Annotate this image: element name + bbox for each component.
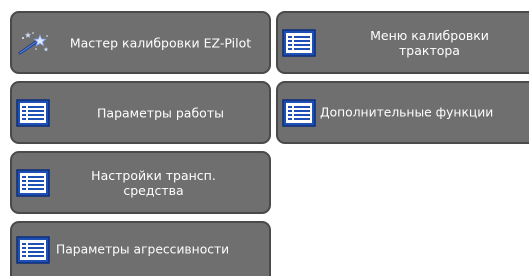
wizard-wand-icon xyxy=(15,28,51,58)
list-icon xyxy=(15,235,51,265)
aggressiveness-parameters-button[interactable]: Параметры агрессивности xyxy=(10,221,271,276)
list-icon xyxy=(15,98,51,128)
tractor-calibration-menu-label: Меню калибровки трактора xyxy=(370,27,489,58)
vehicle-settings-button[interactable]: Настройки трансп. средства xyxy=(10,151,271,214)
tractor-calibration-menu-button[interactable]: Меню калибровки трактора xyxy=(276,11,529,74)
list-icon xyxy=(15,168,51,198)
additional-functions-button[interactable]: Дополнительные функции xyxy=(276,81,529,144)
list-icon xyxy=(281,98,317,128)
wizard-ez-pilot-calibration-label: Мастер калибровки EZ-Pilot xyxy=(69,35,252,50)
work-parameters-button[interactable]: Параметры работы xyxy=(10,81,271,144)
additional-functions-label: Дополнительные функции xyxy=(320,105,494,119)
wizard-ez-pilot-calibration-button[interactable]: Мастер калибровки EZ-Pilot xyxy=(10,11,271,74)
list-icon xyxy=(281,28,317,58)
work-parameters-label: Параметры работы xyxy=(97,105,224,120)
vehicle-settings-label: Настройки трансп. средства xyxy=(91,167,216,198)
aggressiveness-parameters-label: Параметры агрессивности xyxy=(56,242,230,256)
